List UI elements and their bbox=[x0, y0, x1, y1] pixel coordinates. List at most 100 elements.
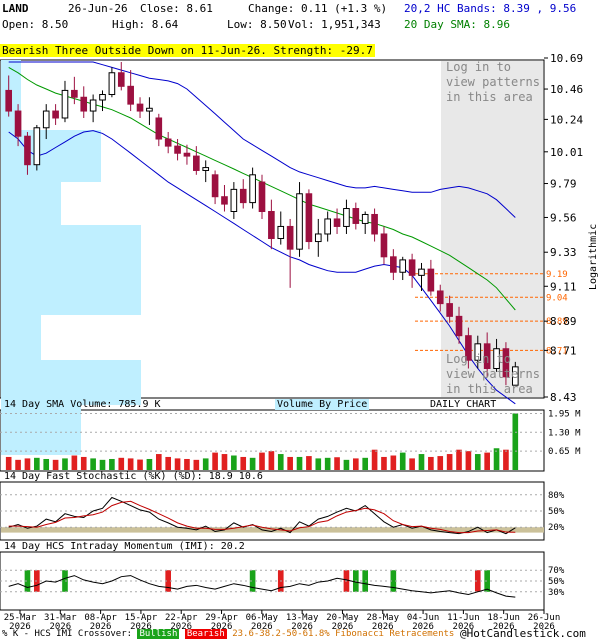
volume-bar bbox=[268, 451, 275, 470]
candle-body bbox=[127, 85, 134, 105]
price-tick-label: 10.46 bbox=[550, 83, 583, 96]
volume-bar bbox=[184, 458, 190, 470]
copyright[interactable]: @HotCandlestick.com bbox=[460, 627, 586, 640]
candle-body bbox=[146, 107, 153, 112]
volume-bar bbox=[456, 449, 462, 470]
candle-body bbox=[24, 135, 31, 166]
volume-bar bbox=[71, 455, 78, 470]
volume-bar bbox=[52, 459, 59, 470]
candle-body bbox=[258, 181, 266, 212]
candle-body bbox=[305, 193, 313, 243]
volume-bar bbox=[193, 459, 200, 470]
volume-bar bbox=[202, 458, 209, 470]
volume-bar bbox=[296, 456, 303, 470]
volume-bar bbox=[259, 452, 265, 470]
imi-tick-label: 50% bbox=[548, 577, 565, 587]
stochastic-layer: 80% 50% 20% bbox=[0, 491, 565, 535]
volume-bar bbox=[146, 458, 153, 470]
candle-body bbox=[89, 99, 97, 112]
candle-body bbox=[268, 210, 275, 240]
candle-body bbox=[239, 188, 247, 204]
login-overlay-upper[interactable]: Log in to view patterns in this area bbox=[446, 60, 542, 105]
volume-bar bbox=[418, 454, 425, 470]
volume-bars-layer: 1.95 M 1.30 M 0.65 M bbox=[0, 409, 581, 470]
volume-bar bbox=[371, 449, 378, 470]
candle-body bbox=[117, 72, 125, 87]
volume-bar bbox=[15, 459, 21, 470]
volume-bar bbox=[474, 454, 481, 470]
candle-body bbox=[52, 110, 59, 119]
volume-panel-label: 14 Day SMA Volume: 785.9 K bbox=[4, 399, 161, 410]
imi-tick-label: 70% bbox=[548, 566, 565, 576]
price-tick-label: 10.24 bbox=[550, 113, 583, 126]
candle-body bbox=[371, 213, 378, 235]
candle-body bbox=[108, 72, 116, 96]
volume-bar bbox=[390, 455, 397, 470]
price-tick-label: 9.11 bbox=[550, 280, 577, 293]
candle-body bbox=[183, 152, 191, 157]
volume-bar bbox=[446, 454, 453, 470]
fib-label: 9.04 bbox=[546, 293, 568, 303]
footer-legend: % K - HCS IMI Crossover: Bullish Bearish… bbox=[2, 629, 454, 639]
login-shade bbox=[441, 61, 543, 397]
volume-bar bbox=[324, 457, 331, 470]
volume-bar bbox=[137, 459, 143, 470]
volume-bar bbox=[399, 452, 406, 470]
price-tick-label: 8.89 bbox=[550, 315, 577, 328]
volume-by-price-layer bbox=[1, 60, 141, 455]
volume-bar bbox=[362, 457, 369, 470]
candle-body bbox=[42, 110, 50, 129]
imi-panel-label: 14 Day HCS Intraday Momentum (IMI): 20.2 bbox=[4, 541, 245, 552]
volume-bar bbox=[334, 457, 340, 470]
candle-body bbox=[314, 233, 322, 243]
price-axis: 10.69 10.46 10.24 10.01 9.79 9.56 9.33 9.11 8.89… bbox=[544, 52, 583, 404]
fib-label: 9.19 bbox=[546, 270, 568, 280]
candle-body bbox=[193, 155, 200, 171]
stoch-tick-label: 20% bbox=[548, 523, 565, 533]
candle-body bbox=[211, 174, 219, 198]
stoch-tick-label: 80% bbox=[548, 491, 565, 501]
volume-bar bbox=[221, 454, 228, 470]
candle-body bbox=[324, 218, 331, 235]
volume-bar bbox=[465, 451, 472, 470]
price-tick-label: 8.71 bbox=[550, 344, 577, 357]
volume-bar bbox=[503, 449, 509, 470]
imi-tick-label: 30% bbox=[548, 588, 565, 598]
candle-body bbox=[155, 117, 163, 140]
volume-bar bbox=[34, 457, 40, 470]
legend-prefix: % K - HCS IMI Crossover: bbox=[2, 629, 133, 639]
candle-body bbox=[399, 259, 407, 273]
candle-body bbox=[296, 193, 303, 250]
imi-line bbox=[8, 575, 516, 598]
candle-body bbox=[174, 145, 181, 154]
candle-body bbox=[333, 218, 341, 227]
volume-bar bbox=[165, 456, 171, 470]
candle-body bbox=[390, 256, 397, 273]
price-tick-label: 8.43 bbox=[550, 391, 577, 404]
candle-body bbox=[164, 138, 172, 147]
price-tick-label: 9.33 bbox=[550, 246, 577, 259]
price-tick-label: 10.01 bbox=[550, 146, 583, 159]
volume-bar bbox=[353, 458, 359, 470]
volume-bar bbox=[80, 456, 87, 470]
candle-body bbox=[343, 208, 350, 227]
volume-bar bbox=[315, 458, 322, 470]
candle-body bbox=[446, 303, 453, 317]
candle-body bbox=[80, 96, 88, 112]
volume-bar bbox=[90, 458, 96, 470]
candle-body bbox=[249, 174, 256, 204]
price-tick-label: 9.56 bbox=[550, 211, 577, 224]
candle-body bbox=[5, 89, 13, 112]
volume-bar bbox=[127, 458, 134, 470]
volume-bar bbox=[343, 459, 350, 470]
volume-bar bbox=[306, 456, 312, 470]
daily-chart-label: DAILY CHART bbox=[430, 399, 497, 410]
stoch-tick-label: 50% bbox=[548, 507, 565, 517]
volume-bar bbox=[512, 413, 519, 470]
login-overlay-lower[interactable]: Log in to view patterns in this area bbox=[446, 352, 542, 397]
volume-tick-label: 1.95 M bbox=[548, 409, 581, 419]
candle-body bbox=[230, 188, 238, 212]
price-tick-label: 10.69 bbox=[550, 52, 583, 65]
stoch-oversold-band bbox=[1, 527, 544, 533]
candle-body bbox=[436, 290, 444, 305]
